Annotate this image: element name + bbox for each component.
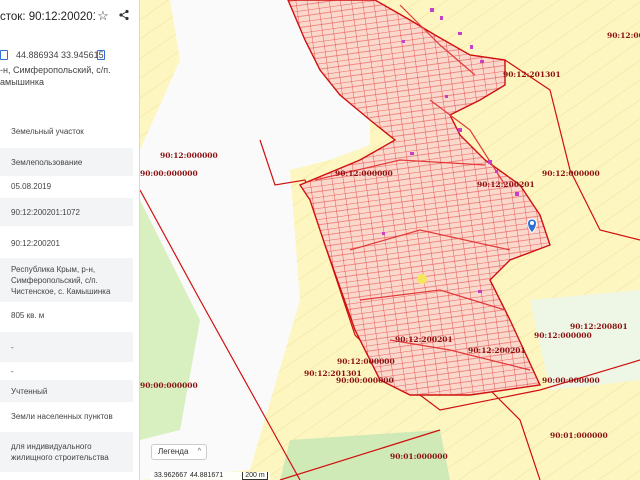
info-row: Земли населенных пунктов bbox=[11, 411, 113, 421]
info-row: 05.08.2019 bbox=[11, 181, 52, 191]
app-root: 90:12:201301 90:12:000000 90:00:000000 9… bbox=[0, 0, 640, 480]
info-panel: сток: 90:12:200201:1072 ☆ 44.886934 33.9… bbox=[0, 0, 140, 480]
info-row: Учтенный bbox=[0, 380, 133, 402]
cursor-lon: 33.962667 bbox=[154, 472, 188, 479]
scale-bar: 200 m bbox=[242, 472, 268, 480]
cad-label: 90:12:200801 bbox=[570, 322, 628, 331]
cad-label: 90:12:000000 bbox=[607, 31, 640, 40]
cad-label: 90:00:000000 bbox=[140, 381, 198, 390]
cad-label: 90:12:000000 bbox=[335, 169, 393, 178]
info-row: 90:12:200201 bbox=[11, 238, 60, 248]
coordinates-value: 44.886934 33.945615 bbox=[16, 50, 104, 60]
highlight-dot bbox=[417, 274, 427, 284]
info-row: Республика Крым, р-н, Симферопольский, с… bbox=[0, 258, 133, 302]
cad-label: 90:12:000000 bbox=[534, 331, 592, 340]
cad-label: 90:12:000000 bbox=[337, 357, 395, 366]
map-view[interactable]: 90:12:201301 90:12:000000 90:00:000000 9… bbox=[140, 0, 640, 480]
cad-label: 90:12:201301 bbox=[503, 70, 561, 79]
coords-status-bar: 33.962667 44.881671 200 m bbox=[150, 472, 270, 480]
cad-label: 90:12:200201 bbox=[395, 335, 453, 344]
info-row: - bbox=[0, 332, 133, 362]
map-canvas[interactable]: 90:12:201301 90:12:000000 90:00:000000 9… bbox=[140, 0, 640, 480]
info-row: 90:12:200201:1072 bbox=[0, 198, 133, 226]
legend-label: Легенда bbox=[158, 447, 189, 456]
info-row: 805 кв. м bbox=[11, 310, 45, 320]
info-row: - bbox=[11, 366, 14, 376]
cursor-lat: 44.881671 bbox=[190, 472, 224, 479]
coordinates-row: 44.886934 33.945615 bbox=[0, 48, 139, 64]
cad-label: 90:00:000000 bbox=[140, 169, 198, 178]
star-outline-icon[interactable]: ☆ bbox=[96, 9, 110, 23]
cad-label: 90:00:000000 bbox=[542, 376, 600, 385]
info-row: Землепользование bbox=[0, 148, 133, 176]
info-row: для индивидуального жилищного строительс… bbox=[0, 432, 133, 472]
share-icon[interactable] bbox=[117, 9, 131, 23]
info-row: Земельный участок bbox=[11, 126, 84, 136]
cad-label: 90:12:000000 bbox=[160, 151, 218, 160]
copy-icon[interactable] bbox=[97, 50, 105, 60]
cad-label: 90:01:000000 bbox=[390, 452, 448, 461]
chevron-up-icon: ^ bbox=[197, 448, 201, 455]
address-short: -н, Симферопольский, с/п. амышинка bbox=[0, 65, 111, 87]
cad-label: 90:01:000000 bbox=[550, 431, 608, 440]
copy-icon[interactable] bbox=[0, 50, 8, 60]
cad-label: 90:12:200201 bbox=[477, 180, 535, 189]
panel-title: сток: 90:12:200201:1072 bbox=[0, 11, 95, 23]
legend-button[interactable]: Легенда ^ bbox=[151, 444, 207, 460]
cad-label: 90:00:000000 bbox=[336, 376, 394, 385]
cad-label: 90:12:200201 bbox=[468, 346, 526, 355]
cad-label: 90:12:000000 bbox=[542, 169, 600, 178]
